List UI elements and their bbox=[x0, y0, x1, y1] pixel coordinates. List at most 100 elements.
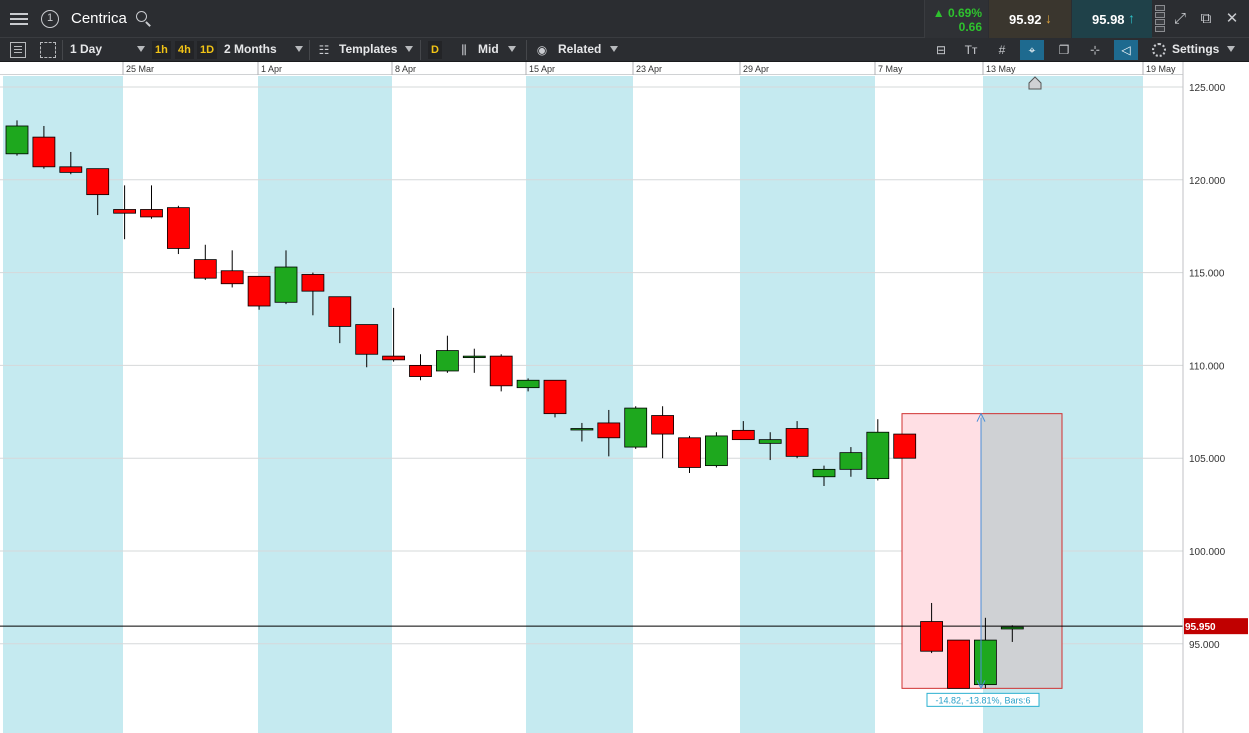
chevron-down-icon[interactable] bbox=[508, 46, 516, 52]
chevron-down-icon[interactable] bbox=[610, 46, 618, 52]
depth-ladder-icon[interactable] bbox=[1154, 3, 1166, 35]
candle-down[interactable] bbox=[731, 429, 755, 441]
y-tick-label: 120.000 bbox=[1189, 176, 1226, 187]
x-tick-label: 7 May bbox=[878, 64, 903, 74]
search-icon[interactable] bbox=[136, 11, 151, 27]
candle-down[interactable] bbox=[920, 621, 943, 652]
chevron-down-icon[interactable] bbox=[295, 46, 303, 52]
candle-down[interactable] bbox=[113, 209, 136, 214]
y-tick-label: 105.000 bbox=[1189, 454, 1226, 465]
chevron-down-icon[interactable] bbox=[405, 46, 413, 52]
x-tick-label: 29 Apr bbox=[743, 64, 769, 74]
sell-price: 95.92 bbox=[1009, 12, 1042, 27]
chevron-down-icon[interactable] bbox=[137, 46, 145, 52]
candle-down[interactable] bbox=[543, 379, 567, 415]
indicators-icon[interactable]: ⊟ bbox=[929, 40, 953, 60]
x-tick-label: 25 Mar bbox=[126, 64, 154, 74]
toolbar-divider bbox=[62, 40, 63, 60]
text-size-icon[interactable]: Tт bbox=[959, 40, 983, 60]
candle-up[interactable] bbox=[5, 125, 29, 155]
y-tick-label: 115.000 bbox=[1189, 269, 1225, 280]
x-tick-label: 13 May bbox=[986, 64, 1016, 74]
expand-icon[interactable]: ⤢ bbox=[1168, 7, 1192, 31]
candle-up[interactable] bbox=[516, 379, 540, 389]
candle-up[interactable] bbox=[462, 355, 486, 359]
related-select[interactable]: Related bbox=[558, 38, 601, 62]
pin-icon[interactable]: ⊹ bbox=[1083, 40, 1107, 60]
price-type-select[interactable]: Mid bbox=[478, 38, 499, 62]
candle-down[interactable] bbox=[489, 355, 513, 387]
sell-price-button[interactable]: 95.92 ↓ bbox=[988, 0, 1071, 38]
x-tick-label: 15 Apr bbox=[529, 64, 555, 74]
chart-list-icon[interactable] bbox=[10, 42, 26, 58]
candle-down[interactable] bbox=[678, 437, 701, 468]
instrument-name[interactable]: Centrica bbox=[71, 10, 127, 27]
range-select[interactable]: 2 Months bbox=[224, 38, 277, 62]
candle-up[interactable] bbox=[866, 431, 890, 480]
candle-down[interactable] bbox=[409, 364, 432, 377]
label-tool-icon[interactable]: ◁ bbox=[1114, 40, 1138, 60]
candle-up[interactable] bbox=[435, 350, 459, 372]
toolbar-divider bbox=[309, 40, 310, 60]
week-band bbox=[258, 76, 392, 733]
hamburger-menu-icon[interactable] bbox=[7, 7, 31, 31]
popout-icon[interactable]: ⧉ bbox=[1194, 7, 1218, 31]
buy-price-button[interactable]: 95.98 ↑ bbox=[1071, 0, 1152, 38]
candle-down[interactable] bbox=[893, 433, 917, 459]
gear-icon[interactable] bbox=[1152, 43, 1166, 57]
candle-down[interactable] bbox=[355, 324, 379, 355]
y-tick-label: 110.000 bbox=[1189, 361, 1225, 372]
candlestick-type-icon[interactable]: ⫼ bbox=[452, 40, 476, 60]
interval-select[interactable]: 1 Day bbox=[70, 38, 102, 62]
candle-up[interactable] bbox=[758, 439, 782, 444]
candle-down[interactable] bbox=[651, 415, 674, 435]
settings-menu[interactable]: Settings bbox=[1172, 38, 1219, 62]
candle-down[interactable] bbox=[166, 207, 190, 249]
candle-up[interactable] bbox=[570, 428, 594, 431]
candle-down[interactable] bbox=[193, 259, 217, 279]
eye-icon[interactable]: ◉ bbox=[530, 40, 554, 60]
candle-up[interactable] bbox=[705, 435, 728, 467]
sell-arrow-icon: ↓ bbox=[1045, 10, 1052, 26]
x-tick-label: 23 Apr bbox=[636, 64, 662, 74]
candle-up[interactable] bbox=[624, 407, 648, 448]
templates-icon[interactable]: ☷ bbox=[312, 40, 336, 60]
measure-label: -14.82, -13.81%, Bars:6 bbox=[935, 695, 1030, 705]
chart-panel[interactable]: -14.82, -13.81%, Bars:6 95.000 100.000 105.… bbox=[0, 62, 1249, 733]
candle-down[interactable] bbox=[947, 639, 970, 689]
close-icon[interactable]: ✕ bbox=[1220, 7, 1244, 31]
candle-up[interactable] bbox=[974, 639, 997, 686]
layout-icon[interactable] bbox=[40, 42, 56, 58]
candle-down[interactable] bbox=[785, 428, 809, 457]
chevron-down-icon[interactable] bbox=[1227, 46, 1235, 52]
candle-down[interactable] bbox=[328, 296, 352, 327]
chart-toolbar: 1 Day 1h 4h 1D 2 Months ☷ Templates D ⫼ … bbox=[0, 38, 1249, 62]
copy-icon[interactable]: ❐ bbox=[1052, 40, 1076, 60]
grid-icon[interactable]: # bbox=[990, 40, 1014, 60]
interval-1h-button[interactable]: 1h bbox=[152, 41, 171, 59]
interval-1d-button[interactable]: 1D bbox=[197, 41, 218, 59]
interval-4h-button[interactable]: 4h bbox=[175, 41, 194, 59]
link-group-icon[interactable]: 1 bbox=[38, 7, 62, 31]
candle-down[interactable] bbox=[382, 355, 406, 361]
candlestick-chart[interactable]: -14.82, -13.81%, Bars:6 95.000 100.000 105.… bbox=[0, 62, 1249, 733]
current-price-label: 95.950 bbox=[1185, 622, 1216, 633]
candle-down[interactable] bbox=[597, 422, 621, 439]
buy-price: 95.98 bbox=[1092, 12, 1125, 27]
candle-down[interactable] bbox=[220, 270, 244, 285]
candle-down[interactable] bbox=[86, 168, 110, 196]
y-tick-label: 100.000 bbox=[1189, 547, 1226, 558]
week-band bbox=[526, 76, 633, 733]
candle-up[interactable] bbox=[274, 266, 298, 303]
candle-down[interactable] bbox=[247, 275, 271, 307]
candle-down[interactable] bbox=[59, 166, 83, 173]
crosshair-tool-icon[interactable]: ⌖ bbox=[1020, 40, 1044, 60]
candle-up[interactable] bbox=[812, 468, 836, 478]
candle-up[interactable] bbox=[839, 452, 863, 470]
candle-down[interactable] bbox=[140, 209, 163, 218]
candle-up[interactable] bbox=[1000, 626, 1024, 630]
d-chip[interactable]: D bbox=[428, 41, 442, 59]
candle-down[interactable] bbox=[32, 136, 56, 168]
templates-select[interactable]: Templates bbox=[339, 38, 397, 62]
candle-down[interactable] bbox=[301, 274, 325, 292]
